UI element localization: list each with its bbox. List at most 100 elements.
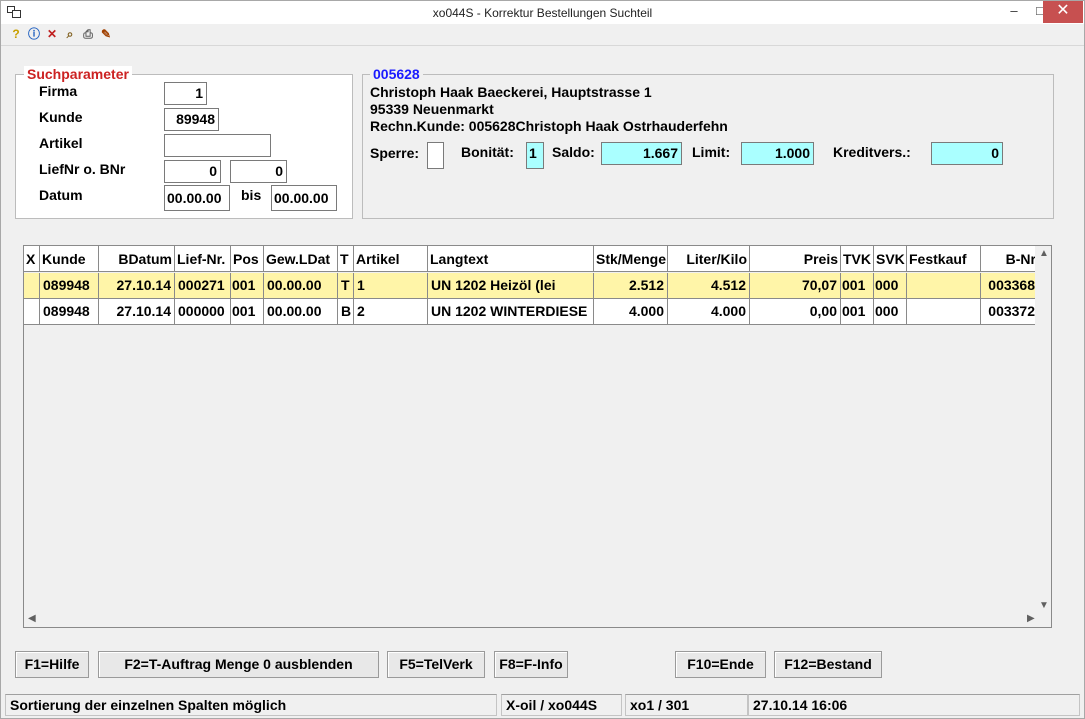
- vertical-scrollbar[interactable]: ▲ ▼: [1035, 246, 1051, 627]
- cell-literkilo: 4.000: [668, 299, 750, 325]
- search-parameters-legend: Suchparameter: [24, 66, 132, 82]
- title-bar[interactable]: xo044S - Korrektur Bestellungen Suchteil…: [1, 1, 1084, 24]
- table-row[interactable]: 089948 27.10.14 000000 001 00.00.00 B 2 …: [24, 299, 1051, 325]
- cell-pos: 001: [231, 299, 264, 325]
- f2-hide-zero-button[interactable]: F2=T-Auftrag Menge 0 ausblenden: [98, 651, 379, 678]
- f1-help-button[interactable]: F1=Hilfe: [15, 651, 89, 678]
- bonitaet-field: 1: [526, 142, 544, 169]
- saldo-field: 1.667: [601, 142, 682, 165]
- search-icon[interactable]: ⌕: [63, 27, 77, 41]
- limit-label: Limit:: [692, 144, 731, 160]
- scroll-left-icon[interactable]: ◀: [28, 613, 36, 624]
- cell-langtext: UN 1202 Heizöl (lei: [428, 273, 594, 299]
- col-header-t[interactable]: T: [338, 246, 354, 272]
- f12-stock-button[interactable]: F12=Bestand: [774, 651, 882, 678]
- cell-t: T: [338, 273, 354, 299]
- customer-city: 95339 Neuenmarkt: [370, 101, 494, 117]
- cell-preis: 0,00: [750, 299, 841, 325]
- cell-x[interactable]: [24, 299, 40, 325]
- firma-label: Firma: [39, 83, 78, 99]
- status-bar: Sortierung der einzelnen Spalten möglich…: [1, 692, 1084, 718]
- cell-artikel: 1: [354, 273, 428, 299]
- cell-tvk: 001: [841, 273, 874, 299]
- window-title: xo044S - Korrektur Bestellungen Suchteil: [432, 6, 653, 20]
- cell-stkmenge: 2.512: [594, 273, 668, 299]
- cell-x[interactable]: [24, 273, 40, 299]
- horizontal-scrollbar[interactable]: ◀ ▶: [24, 611, 1051, 627]
- orders-grid[interactable]: X Kunde BDatum Lief-Nr. Pos Gew.LDat T A…: [23, 245, 1052, 628]
- cell-svk: 000: [874, 273, 907, 299]
- col-header-literkilo[interactable]: Liter/Kilo: [668, 246, 750, 272]
- cell-langtext: UN 1202 WINTERDIESE: [428, 299, 594, 325]
- cell-pos: 001: [231, 273, 264, 299]
- customer-number-legend: 005628: [370, 66, 423, 82]
- col-header-pos[interactable]: Pos: [231, 246, 264, 272]
- limit-field: 1.000: [741, 142, 814, 165]
- sperre-label: Sperre:: [370, 145, 420, 161]
- cell-bdatum: 27.10.14: [99, 273, 175, 299]
- datum-from-field[interactable]: 00.00.00: [164, 185, 230, 211]
- status-user: xo1 / 301: [625, 694, 748, 716]
- col-header-x[interactable]: X: [24, 246, 40, 272]
- cell-kunde: 089948: [40, 299, 99, 325]
- cell-liefnr: 000271: [175, 273, 231, 299]
- kreditvers-label: Kreditvers.:: [833, 144, 911, 160]
- bonitaet-label: Bonität:: [461, 144, 514, 160]
- bnr-field[interactable]: 0: [230, 160, 287, 183]
- f8-finfo-button[interactable]: F8=F-Info: [494, 651, 568, 678]
- scroll-up-icon[interactable]: ▲: [1039, 248, 1049, 259]
- billing-customer: Rechn.Kunde: 005628Christoph Haak Ostrha…: [370, 118, 728, 134]
- cell-liefnr: 000000: [175, 299, 231, 325]
- print-icon[interactable]: ⎙: [81, 27, 95, 41]
- status-message: Sortierung der einzelnen Spalten möglich: [5, 694, 497, 716]
- info-icon[interactable]: ⓘ: [27, 27, 41, 41]
- liefnr-field[interactable]: 0: [164, 160, 221, 183]
- kunde-field[interactable]: 89948: [164, 108, 219, 131]
- col-header-bnr[interactable]: B-Nr: [981, 246, 1038, 272]
- datum-to-field[interactable]: 00.00.00: [271, 185, 337, 211]
- col-header-langtext[interactable]: Langtext: [428, 246, 594, 272]
- cell-tvk: 001: [841, 299, 874, 325]
- cell-gewldat: 00.00.00: [264, 299, 338, 325]
- col-header-gewldat[interactable]: Gew.LDat: [264, 246, 338, 272]
- col-header-preis[interactable]: Preis: [750, 246, 841, 272]
- f5-telverk-button[interactable]: F5=TelVerk: [387, 651, 485, 678]
- saldo-label: Saldo:: [552, 144, 595, 160]
- help-icon[interactable]: ?: [9, 27, 23, 41]
- kunde-label: Kunde: [39, 109, 83, 125]
- cell-bnr: 003372: [988, 303, 1035, 319]
- cell-bdatum: 27.10.14: [99, 299, 175, 325]
- settings-icon[interactable]: ✎: [99, 27, 113, 41]
- scroll-right-icon[interactable]: ▶: [1027, 613, 1035, 624]
- sperre-field[interactable]: [427, 142, 444, 169]
- col-header-tvk[interactable]: TVK: [841, 246, 874, 272]
- cell-kunde: 089948: [40, 273, 99, 299]
- main-window: xo044S - Korrektur Bestellungen Suchteil…: [0, 0, 1085, 719]
- cell-preis: 70,07: [750, 273, 841, 299]
- status-datetime: 27.10.14 16:06: [748, 694, 1080, 716]
- col-header-festkauf[interactable]: Festkauf: [907, 246, 981, 272]
- customer-name: Christoph Haak Baeckerei, Hauptstrasse 1: [370, 84, 652, 100]
- cell-bnr: 003368: [988, 277, 1035, 293]
- col-header-artikel[interactable]: Artikel: [354, 246, 428, 272]
- col-header-kunde[interactable]: Kunde: [40, 246, 99, 272]
- table-row[interactable]: 089948 27.10.14 000271 001 00.00.00 T 1 …: [24, 273, 1051, 299]
- col-header-svk[interactable]: SVK: [874, 246, 907, 272]
- delete-icon[interactable]: ✕: [45, 27, 59, 41]
- scroll-down-icon[interactable]: ▼: [1039, 600, 1049, 611]
- firma-field[interactable]: 1: [164, 82, 207, 105]
- f10-exit-button[interactable]: F10=Ende: [675, 651, 766, 678]
- col-header-bdatum[interactable]: BDatum: [99, 246, 175, 272]
- artikel-label: Artikel: [39, 135, 83, 151]
- datum-label: Datum: [39, 187, 83, 203]
- col-header-liefnr[interactable]: Lief-Nr.: [175, 246, 231, 272]
- col-header-stkmenge[interactable]: Stk/Menge: [594, 246, 668, 272]
- status-program: X-oil / xo044S: [501, 694, 622, 716]
- artikel-field[interactable]: [164, 134, 271, 157]
- cell-t: B: [338, 299, 354, 325]
- bis-label: bis: [241, 187, 262, 203]
- close-button[interactable]: ✕: [1043, 1, 1083, 23]
- cell-artikel: 2: [354, 299, 428, 325]
- kreditvers-field: 0: [931, 142, 1003, 165]
- cell-festkauf: [907, 273, 981, 299]
